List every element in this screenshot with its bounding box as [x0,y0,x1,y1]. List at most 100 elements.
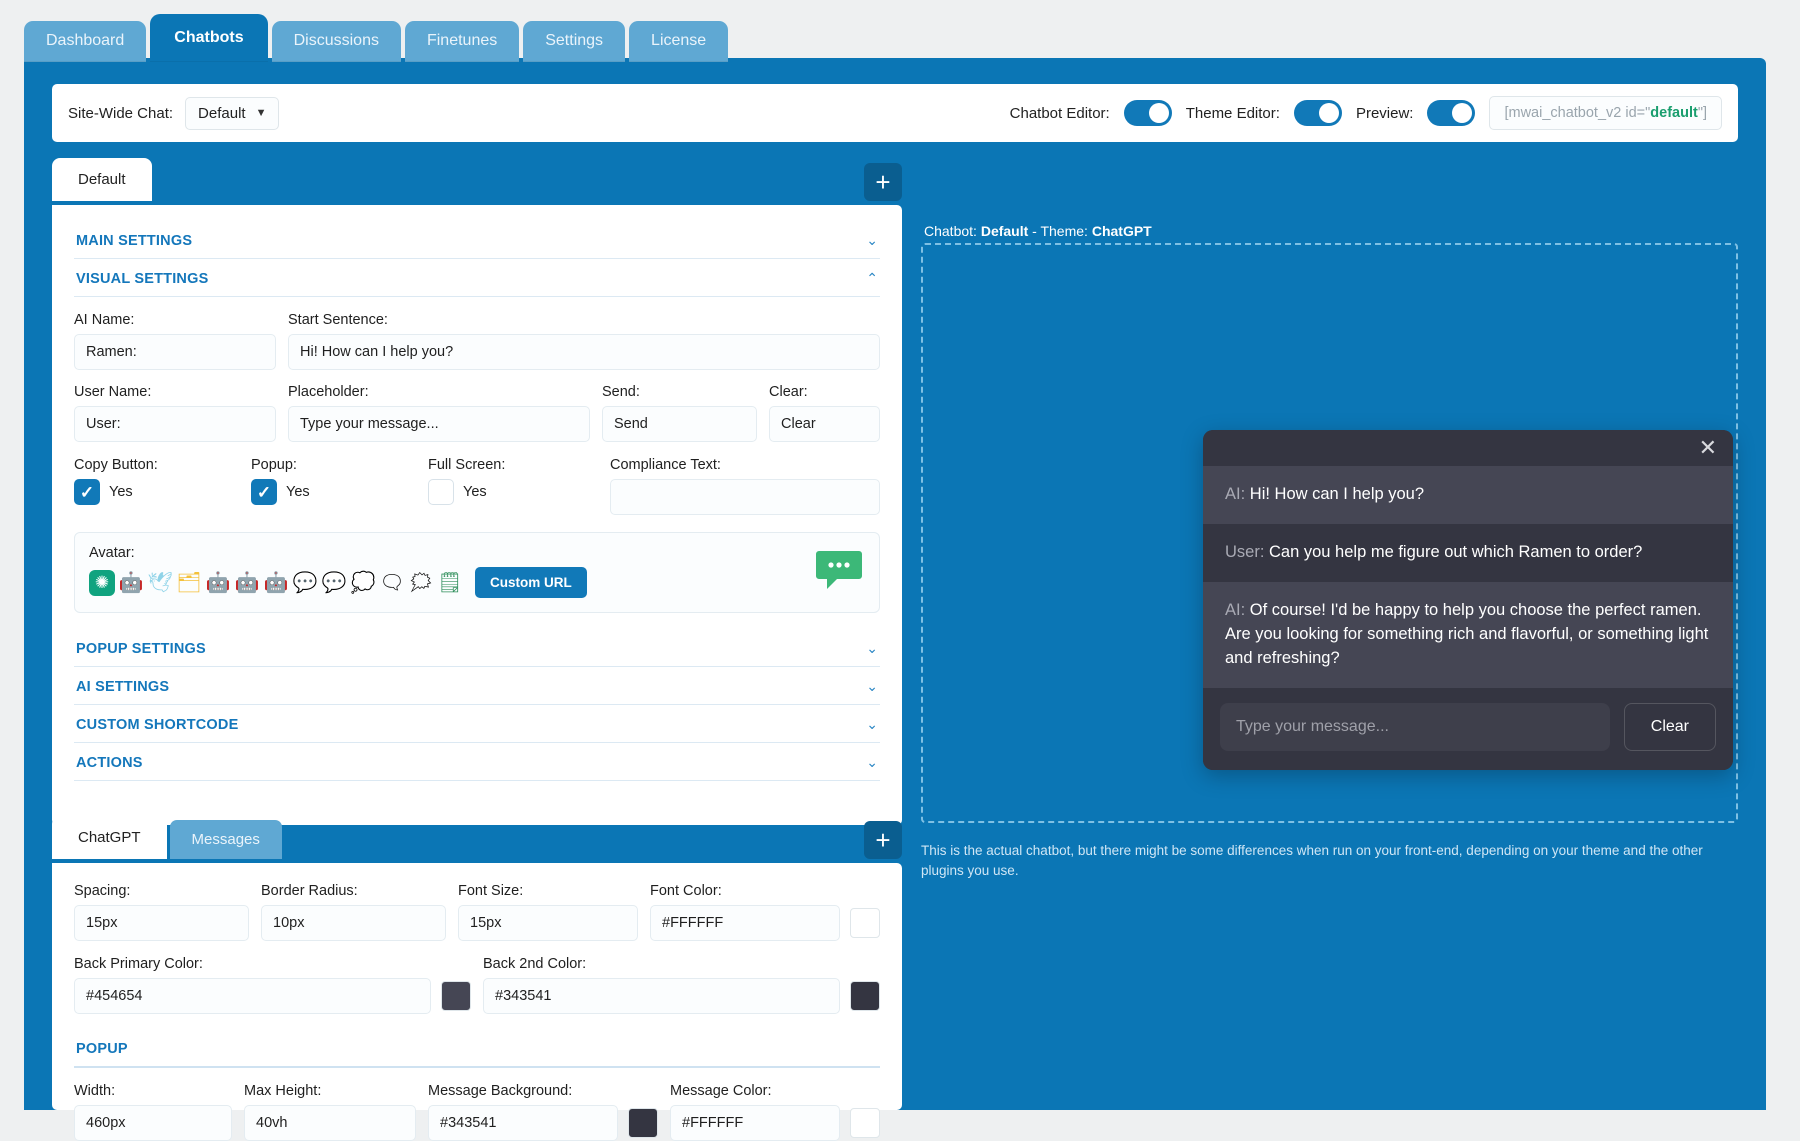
section-popup-settings[interactable]: POPUP SETTINGS ⌄ [74,629,880,667]
start-sentence-label: Start Sentence: [288,312,880,328]
chat-message-role: User: [1225,543,1264,561]
back-second-input[interactable] [483,978,840,1014]
message-background-swatch[interactable] [628,1108,658,1138]
yellow-bubble-avatar-icon[interactable]: 💬 [292,570,318,596]
start-sentence-input[interactable] [288,334,880,370]
tab-settings[interactable]: Settings [523,21,625,62]
back-primary-input[interactable] [74,978,431,1014]
section-actions[interactable]: ACTIONS ⌄ [74,743,880,781]
tab-license[interactable]: License [629,21,728,62]
spacing-label: Spacing: [74,883,249,899]
chat-clear-button[interactable]: Clear [1624,703,1716,751]
font-color-label: Font Color: [650,883,880,899]
preview-label: Preview: [1356,105,1414,122]
blue-robot-avatar-icon[interactable]: 🤖 [234,570,260,596]
theme-tab-chatgpt[interactable]: ChatGPT [52,816,167,859]
outline-square-bubble-avatar-icon[interactable]: 🗯 [408,570,434,596]
chatbot-widget: ✕ AI: Hi! How can I help you? User: Can … [1203,430,1733,770]
chevron-up-icon: ⌃ [866,270,878,287]
dark-robot-avatar-icon[interactable]: 🤖 [263,570,289,596]
section-popup[interactable]: POPUP [74,1030,880,1068]
tab-dashboard[interactable]: Dashboard [24,21,146,62]
bird-avatar-icon[interactable]: 🕊 [147,570,173,596]
font-size-input[interactable] [458,905,638,941]
copy-button-checkbox-row[interactable]: Yes [74,479,239,505]
full-screen-checkbox[interactable] [428,479,454,505]
tab-chatbots[interactable]: Chatbots [150,14,267,62]
message-color-swatch[interactable] [850,1108,880,1138]
clear-label: Clear: [769,384,880,400]
font-color-swatch[interactable] [850,908,880,938]
theme-row-back-colors: Back Primary Color: Back 2nd Color: [74,956,880,1014]
shortcode-id: default [1650,105,1698,121]
section-title: POPUP [76,1041,128,1057]
chat-message-ai-greeting: AI: Hi! How can I help you? [1203,466,1733,524]
message-background-input[interactable] [428,1105,618,1141]
user-name-label: User Name: [74,384,276,400]
chatbot-tab-default[interactable]: Default [52,158,152,201]
outline-bubbles-avatar-icon[interactable]: 🗨 [379,570,405,596]
green-bubble-avatar-icon[interactable]: 💬 [321,570,347,596]
shortcode-suffix: "] [1698,105,1707,121]
preview-note: This is the actual chatbot, but there mi… [921,841,1741,880]
section-custom-shortcode[interactable]: CUSTOM SHORTCODE ⌄ [74,705,880,743]
popup-checkbox[interactable] [251,479,277,505]
add-chatbot-button[interactable]: + [864,163,902,201]
back-second-swatch[interactable] [850,981,880,1011]
tab-discussions[interactable]: Discussions [272,21,401,62]
visual-row-labels: User Name: Placeholder: Send: Clear: [74,384,880,442]
red-robot-avatar-icon[interactable]: 🤖 [118,570,144,596]
font-color-input[interactable] [650,905,840,941]
toolbar-right-group: Chatbot Editor: Theme Editor: Preview: [… [1010,96,1722,130]
chatbot-editor-label: Chatbot Editor: [1010,105,1110,122]
popup-max-height-label: Max Height: [244,1083,416,1099]
shortcode-field[interactable]: [mwai_chatbot_v2 id="default"] [1489,96,1722,130]
openai-logo-avatar-icon[interactable]: ✺ [89,570,115,596]
close-icon[interactable]: ✕ [1699,437,1717,459]
theme-editor-toggle[interactable] [1294,100,1342,126]
clear-input[interactable] [769,406,880,442]
section-visual-settings[interactable]: VISUAL SETTINGS ⌃ [74,259,880,297]
chevron-down-icon: ▼ [256,107,267,119]
border-radius-input[interactable] [261,905,446,941]
dark-green-bubble-avatar-icon[interactable]: 🗒 [437,570,463,596]
message-color-input[interactable] [670,1105,840,1141]
purple-robot-avatar-icon[interactable]: 🤖 [205,570,231,596]
chat-message-input[interactable] [1220,703,1610,751]
site-wide-chat-select[interactable]: Default ▼ [185,97,279,130]
compliance-input[interactable] [610,479,880,515]
field-spacing: Spacing: [74,883,249,941]
chatbot-editor-toggle[interactable] [1124,100,1172,126]
message-background-label: Message Background: [428,1083,658,1099]
field-message-color: Message Color: [670,1083,880,1141]
avatar-label: Avatar: [89,545,865,561]
yellow-robot-avatar-icon[interactable]: 🗂 [176,570,202,596]
chevron-down-icon: ⌄ [866,232,878,249]
popup-max-height-input[interactable] [244,1105,416,1141]
popup-width-input[interactable] [74,1105,232,1141]
field-copy-button: Copy Button: Yes [74,457,239,515]
section-ai-settings[interactable]: AI SETTINGS ⌄ [74,667,880,705]
preview-toggle[interactable] [1427,100,1475,126]
custom-url-button[interactable]: Custom URL [475,567,587,598]
placeholder-input[interactable] [288,406,590,442]
theme-tab-messages[interactable]: Messages [170,820,282,859]
spacing-input[interactable] [74,905,249,941]
add-theme-button[interactable]: + [864,821,902,859]
popup-checkbox-row[interactable]: Yes [251,479,416,505]
ai-name-input[interactable] [74,334,276,370]
section-main-settings[interactable]: MAIN SETTINGS ⌄ [74,221,880,259]
field-message-background: Message Background: [428,1083,658,1141]
user-name-input[interactable] [74,406,276,442]
chatbot-editor-tabbar: Default + [52,158,902,201]
send-label: Send: [602,384,757,400]
pink-heart-bubble-avatar-icon[interactable]: 💭 [350,570,376,596]
full-screen-checkbox-row[interactable]: Yes [428,479,598,505]
back-primary-swatch[interactable] [441,981,471,1011]
chevron-down-icon: ⌄ [866,716,878,733]
send-input[interactable] [602,406,757,442]
field-font-size: Font Size: [458,883,638,941]
tab-finetunes[interactable]: Finetunes [405,21,519,62]
copy-button-checkbox[interactable] [74,479,100,505]
site-wide-chat-label: Site-Wide Chat: [68,105,173,122]
